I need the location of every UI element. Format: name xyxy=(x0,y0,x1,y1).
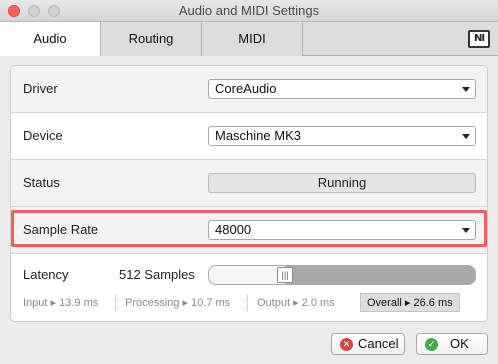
overall-latency: Overall ▸ 26.6 ms xyxy=(360,293,460,312)
chevron-down-icon xyxy=(462,87,470,92)
device-label: Device xyxy=(23,128,63,143)
latency-slider-thumb[interactable]: ||| xyxy=(277,267,293,283)
latency-metrics: Input ▸ 13.9 ms Processing ▸ 10.7 ms Out… xyxy=(11,293,487,313)
latency-slider[interactable]: ||| xyxy=(208,265,476,285)
ok-button[interactable]: ✓ OK xyxy=(416,333,488,355)
cancel-button[interactable]: ✕ Cancel xyxy=(331,333,405,355)
latency-value: 512 Samples xyxy=(119,267,195,282)
output-latency: Output ▸ 2.0 ms xyxy=(257,297,335,309)
status-indicator: Running xyxy=(208,173,476,193)
metric-divider xyxy=(115,295,116,311)
device-value: Maschine MK3 xyxy=(215,128,301,143)
latency-slider-fill xyxy=(209,266,285,284)
latency-label: Latency xyxy=(23,267,69,282)
device-row: Device Maschine MK3 xyxy=(11,113,487,160)
native-instruments-logo: NI xyxy=(468,30,490,48)
device-select[interactable]: Maschine MK3 xyxy=(208,126,476,146)
tab-routing[interactable]: Routing xyxy=(101,22,202,56)
tab-audio[interactable]: Audio xyxy=(0,22,101,57)
tab-midi[interactable]: MIDI xyxy=(202,22,303,56)
status-row: Status Running xyxy=(11,160,487,207)
tab-bar: Audio Routing MIDI NI xyxy=(0,22,498,57)
cancel-label: Cancel xyxy=(358,336,399,351)
x-circle-icon: ✕ xyxy=(340,338,353,351)
latency-row: Latency 512 Samples ||| xyxy=(11,254,487,293)
driver-value: CoreAudio xyxy=(215,81,277,96)
window-title: Audio and MIDI Settings xyxy=(178,3,320,18)
driver-label: Driver xyxy=(23,81,58,96)
input-latency: Input ▸ 13.9 ms xyxy=(23,297,99,309)
audio-settings-content: Driver CoreAudio Device Maschine MK3 Sta… xyxy=(0,56,498,364)
sample-rate-highlight xyxy=(11,210,487,247)
chevron-down-icon xyxy=(462,134,470,139)
window-titlebar[interactable]: Audio and MIDI Settings xyxy=(0,0,498,22)
metric-divider xyxy=(247,295,248,311)
driver-select[interactable]: CoreAudio xyxy=(208,79,476,99)
status-label: Status xyxy=(23,175,60,190)
ok-label: OK xyxy=(450,336,469,351)
processing-latency: Processing ▸ 10.7 ms xyxy=(125,297,231,309)
check-circle-icon: ✓ xyxy=(425,338,438,351)
driver-row: Driver CoreAudio xyxy=(11,66,487,113)
settings-panel: Driver CoreAudio Device Maschine MK3 Sta… xyxy=(10,65,488,322)
